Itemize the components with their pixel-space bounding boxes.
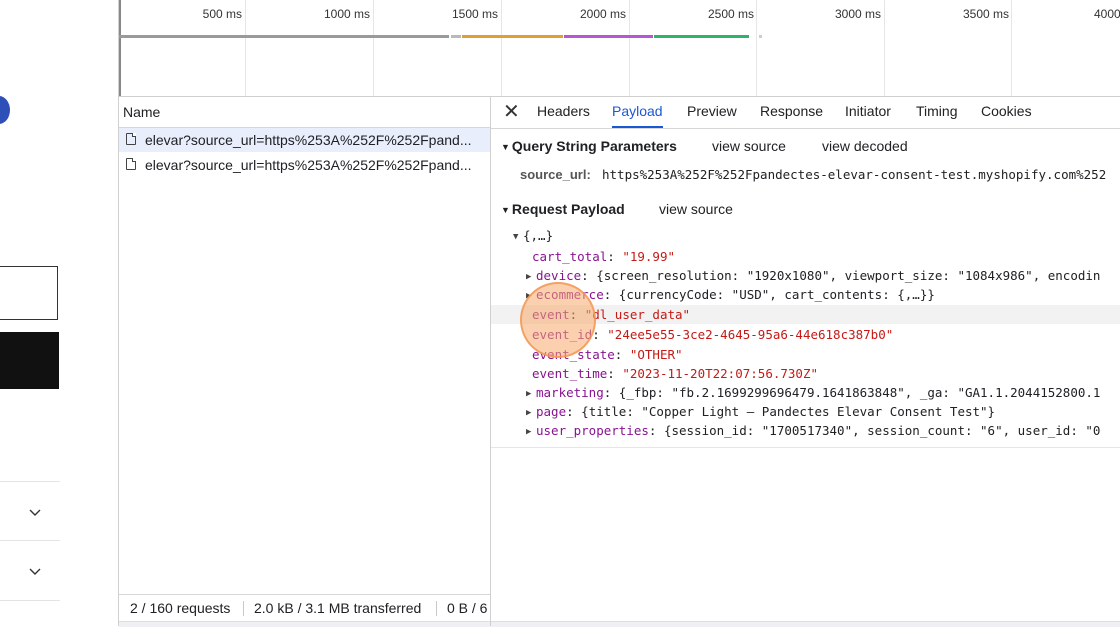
expand-triangle-icon: ▼: [501, 205, 510, 215]
payload-key: marketing: [536, 385, 604, 400]
resources-size: 0 B / 6: [447, 600, 488, 616]
payload-row: event_id: "24ee5e55-3ce2-4645-95a6-44e61…: [532, 327, 894, 342]
request-row[interactable]: elevar?source_url=https%253A%252F%252Fpa…: [119, 153, 490, 177]
payload-value: "24ee5e55-3ce2-4645-95a6-44e618c387b0": [607, 327, 894, 342]
query-params-header[interactable]: ▼ Query String Parameters: [501, 138, 677, 154]
timeline-tick-label: 3500 ms: [962, 7, 1009, 21]
timeline-bar: [759, 35, 762, 38]
page-divider: [0, 600, 60, 601]
tab-cookies[interactable]: Cookies: [981, 97, 1032, 128]
timeline-bar: [462, 35, 563, 38]
payload-row[interactable]: ▶ page: {title: "Copper Light – Pandectes…: [491, 402, 1120, 421]
payload-row[interactable]: ▶ ecommerce: {currencyCode: "USD", cart_c…: [491, 285, 1120, 304]
page-divider: [0, 540, 60, 541]
payload-value: {_fbp: "fb.2.1699299696479.1641863848", …: [618, 385, 1101, 400]
close-icon[interactable]: ✕: [503, 102, 520, 122]
page-divider: [0, 481, 60, 482]
timeline-tick-label: 500 ms: [202, 7, 242, 21]
request-payload-header[interactable]: ▼ Request Payload: [501, 201, 625, 217]
payload-value: {session_id: "1700517340", session_count…: [663, 423, 1101, 438]
payload-value: "19.99": [622, 249, 676, 264]
request-count: 2 / 160 requests: [130, 600, 231, 616]
timeline-bar: [654, 35, 749, 38]
requests-panel: Name elevar?source_url=https%253A%252F%2…: [119, 97, 490, 597]
timeline-tick-label: 2000 ms: [579, 7, 626, 21]
param-key: source_url:: [520, 167, 591, 182]
collapse-triangle-icon: ▼: [513, 232, 519, 242]
payload-value: {title: "Copper Light – Pandectes Elevar…: [581, 404, 996, 419]
document-icon: [126, 158, 136, 170]
payload-value: "2023-11-20T22:07:56.730Z": [622, 366, 818, 381]
timeline-tick-label: 1500 ms: [451, 7, 498, 21]
payload-key: event_id: [532, 327, 593, 342]
payload-key: event: [532, 307, 570, 322]
drawer-edge: [119, 621, 1120, 627]
request-payload-title: Request Payload: [511, 201, 625, 217]
page-input-box[interactable]: [0, 266, 58, 320]
page-dark-button[interactable]: [0, 332, 59, 389]
expand-triangle-icon: ▶: [526, 427, 532, 437]
timeline-tick-label: 3000 ms: [834, 7, 881, 21]
timeline-bar: [451, 35, 461, 38]
expand-triangle-icon: ▶: [526, 272, 532, 282]
expand-triangle-icon: ▶: [526, 389, 532, 399]
payload-value: "OTHER": [629, 347, 683, 362]
chevron-down-icon[interactable]: [28, 505, 42, 519]
timeline-tick-label: 2500 ms: [707, 7, 754, 21]
expand-triangle-icon: ▶: [526, 291, 532, 301]
payload-value: {currencyCode: "USD", cart_contents: {,……: [618, 287, 935, 302]
request-name: elevar?source_url=https%253A%252F%252Fpa…: [145, 157, 472, 173]
request-row[interactable]: elevar?source_url=https%253A%252F%252Fpa…: [119, 128, 490, 152]
timeline-bar: [564, 35, 653, 38]
tab-initiator[interactable]: Initiator: [845, 97, 891, 128]
expand-triangle-icon: ▶: [526, 408, 532, 418]
payload-value: "dl_user_data": [584, 307, 691, 322]
payload-root-text: {,…}: [523, 228, 554, 243]
view-decoded-link[interactable]: view decoded: [822, 138, 908, 154]
payload-row[interactable]: ▶ marketing: {_fbp: "fb.2.1699299696479.1…: [491, 383, 1120, 402]
query-params-title: Query String Parameters: [511, 138, 677, 154]
network-status-bar: 2 / 160 requests 2.0 kB / 3.1 MB transfe…: [119, 594, 490, 621]
expand-triangle-icon: ▼: [501, 142, 510, 152]
payload-root[interactable]: ▼ {,…}: [491, 226, 1120, 245]
transferred-size: 2.0 kB / 3.1 MB transferred: [254, 600, 422, 616]
page-avatar-dot: [0, 96, 10, 124]
timeline-tick-label: 1000 ms: [323, 7, 370, 21]
param-value: https%253A%252F%252Fpandectes-elevar-con…: [602, 167, 1107, 182]
tab-headers[interactable]: Headers: [537, 97, 590, 128]
name-column-header[interactable]: Name: [119, 97, 490, 128]
tab-timing[interactable]: Timing: [916, 97, 958, 128]
tab-response[interactable]: Response: [760, 97, 823, 128]
payload-row[interactable]: ▶ device: {screen_resolution: "1920x1080"…: [491, 266, 1120, 285]
payload-row: event: "dl_user_data": [491, 305, 1120, 324]
query-param-row: source_url: https%253A%252F%252Fpandecte…: [491, 165, 1120, 184]
payload-key: device: [536, 268, 582, 283]
network-timeline[interactable]: 500 ms 1000 ms 1500 ms 2000 ms 2500 ms 3…: [119, 0, 1120, 97]
payload-key: event_time: [532, 366, 608, 381]
tab-preview[interactable]: Preview: [687, 97, 737, 128]
payload-row[interactable]: ▶ user_properties: {session_id: "17005173…: [491, 421, 1120, 440]
request-name: elevar?source_url=https%253A%252F%252Fpa…: [145, 132, 472, 148]
view-source-link[interactable]: view source: [659, 201, 733, 217]
timeline-tick-label: 4000: [1094, 7, 1120, 21]
payload-key: cart_total: [532, 249, 608, 264]
payload-key: ecommerce: [536, 287, 604, 302]
payload-key: event_state: [532, 347, 615, 362]
payload-row: cart_total: "19.99": [532, 249, 676, 264]
payload-key: user_properties: [536, 423, 649, 438]
payload-key: page: [536, 404, 567, 419]
tab-payload[interactable]: Payload: [612, 97, 663, 128]
chevron-down-icon[interactable]: [28, 564, 42, 578]
timeline-bar: [119, 35, 449, 38]
details-tabbar: ✕ Headers Payload Preview Response Initi…: [491, 97, 1120, 129]
payload-divider: [491, 447, 1120, 448]
document-icon: [126, 133, 136, 145]
payload-value: {screen_resolution: "1920x1080", viewpor…: [596, 268, 1101, 283]
payload-row: event_state: "OTHER": [532, 347, 683, 362]
view-source-link[interactable]: view source: [712, 138, 786, 154]
payload-row: event_time: "2023-11-20T22:07:56.730Z": [532, 366, 818, 381]
